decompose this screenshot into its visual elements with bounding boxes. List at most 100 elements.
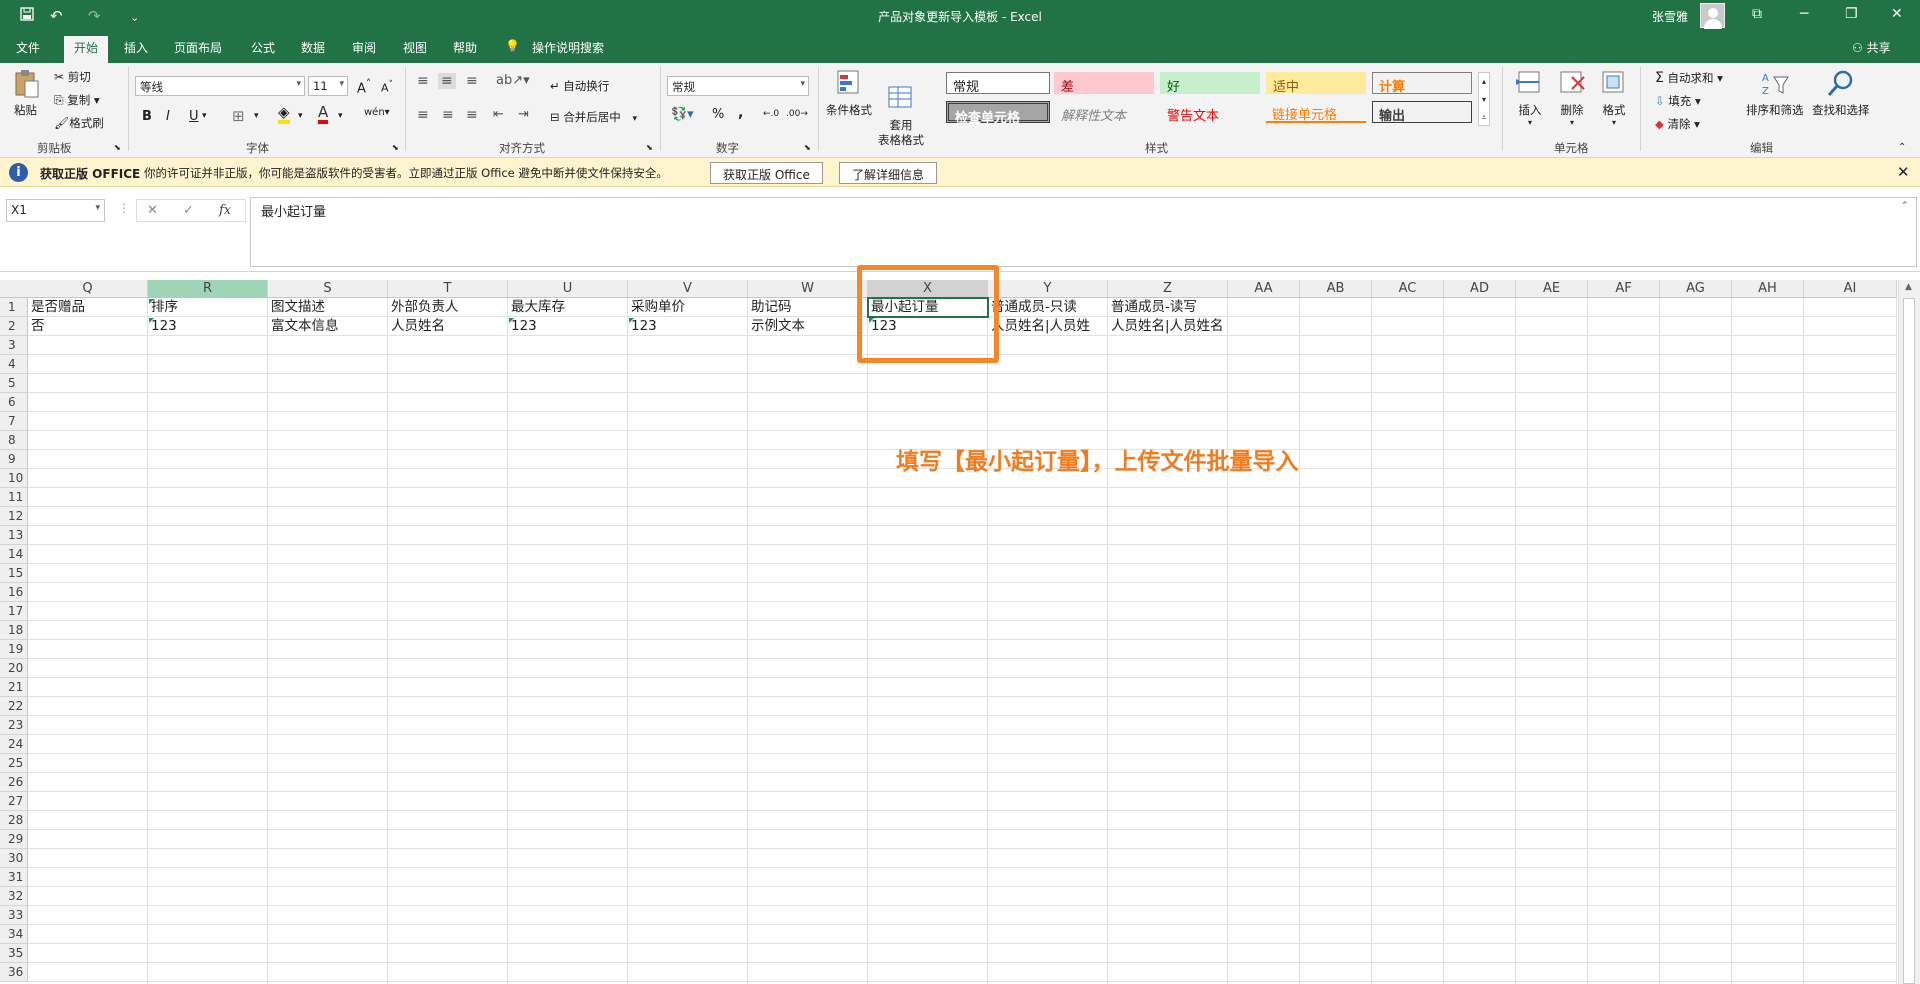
tab-home[interactable]: 开始	[64, 36, 109, 63]
column-header-t[interactable]: T	[388, 280, 508, 298]
user-name[interactable]: 张雪雅	[1652, 8, 1688, 25]
row-header-26[interactable]: 26	[0, 773, 28, 792]
row-header-4[interactable]: 4	[0, 355, 28, 374]
formula-input[interactable]: 最小起订量	[250, 197, 1917, 267]
cell-y2[interactable]: 人员姓名|人员姓	[988, 317, 1090, 336]
align-left-icon[interactable]: ≡	[417, 107, 429, 123]
font-size-select[interactable]: 11	[308, 76, 348, 96]
sort-filter-button[interactable]: AZ 排序和筛选	[1746, 69, 1804, 118]
row-header-2[interactable]: 2	[0, 317, 28, 336]
expand-formula-bar-icon[interactable]: ⌃	[1901, 201, 1909, 211]
cell-t1[interactable]: 外部负责人	[388, 298, 459, 317]
cell-w2[interactable]: 示例文本	[748, 317, 805, 336]
paste-button[interactable]: 粘贴	[14, 69, 40, 118]
tab-view[interactable]: 视图	[403, 39, 427, 56]
style-calculation[interactable]: 计算	[1372, 72, 1472, 95]
column-header-v[interactable]: V	[628, 280, 748, 298]
collapse-ribbon-icon[interactable]: ⌃	[1898, 142, 1906, 153]
row-header-24[interactable]: 24	[0, 735, 28, 754]
row-header-33[interactable]: 33	[0, 906, 28, 925]
percent-style-button[interactable]: %	[712, 107, 724, 122]
row-header-18[interactable]: 18	[0, 621, 28, 640]
number-format-select[interactable]: 常规	[667, 76, 809, 96]
row-header-36[interactable]: 36	[0, 963, 28, 982]
row-header-1[interactable]: 1	[0, 298, 28, 317]
alignment-launcher-icon[interactable]: ⬊	[646, 143, 653, 152]
align-center-icon[interactable]: ≡	[442, 107, 454, 123]
underline-button[interactable]: U	[189, 109, 199, 124]
font-name-select[interactable]: 等线	[135, 76, 305, 96]
share-button[interactable]: ⚇ 共享	[1852, 39, 1891, 56]
column-header-aa[interactable]: AA	[1228, 280, 1300, 298]
avatar[interactable]	[1700, 3, 1725, 29]
style-normal[interactable]: 常规	[946, 72, 1050, 95]
align-bottom-icon[interactable]: ≡	[466, 73, 478, 89]
row-header-31[interactable]: 31	[0, 868, 28, 887]
column-header-ab[interactable]: AB	[1300, 280, 1372, 298]
row-header-35[interactable]: 35	[0, 944, 28, 963]
name-box[interactable]: X1	[6, 199, 105, 222]
decrease-font-icon[interactable]: A˅	[381, 79, 393, 95]
tell-me-search[interactable]: 操作说明搜索	[532, 39, 604, 56]
format-painter-button[interactable]: 🖌格式刷	[54, 115, 104, 131]
style-neutral[interactable]: 适中	[1266, 72, 1366, 95]
style-good[interactable]: 好	[1160, 72, 1260, 95]
row-header-6[interactable]: 6	[0, 393, 28, 412]
vertical-scrollbar[interactable]: ▲	[1898, 280, 1920, 984]
underline-dropdown-icon[interactable]: ▾	[202, 111, 207, 121]
column-header-ae[interactable]: AE	[1516, 280, 1588, 298]
style-linked-cell[interactable]: 链接单元格	[1266, 101, 1366, 123]
worksheet-grid[interactable]: Q R S T U V W X Y Z AA AB AC AD AE AF AG AH AI 1 2 3 4 5 6 7 8 9 10…	[0, 265, 1920, 984]
cut-button[interactable]: ✂ 剪切	[54, 69, 91, 85]
row-header-17[interactable]: 17	[0, 602, 28, 621]
decrease-decimal-icon[interactable]: .00→	[786, 109, 808, 119]
row-header-3[interactable]: 3	[0, 336, 28, 355]
cell-q1[interactable]: 是否赠品	[28, 298, 85, 317]
row-header-19[interactable]: 19	[0, 640, 28, 659]
close-notice-icon[interactable]: ✕	[1897, 163, 1910, 181]
row-header-21[interactable]: 21	[0, 678, 28, 697]
cell-s2[interactable]: 富文本信息	[268, 317, 339, 336]
row-header-22[interactable]: 22	[0, 697, 28, 716]
row-header-32[interactable]: 32	[0, 887, 28, 906]
fill-color-dropdown-icon[interactable]: ▾	[298, 111, 303, 121]
comma-style-button[interactable]: ,	[738, 105, 743, 121]
find-select-button[interactable]: 查找和选择	[1812, 69, 1870, 118]
row-header-5[interactable]: 5	[0, 374, 28, 393]
tab-help[interactable]: 帮助	[453, 39, 477, 56]
row-header-30[interactable]: 30	[0, 849, 28, 868]
tab-file[interactable]: 文件	[16, 39, 40, 56]
copy-button[interactable]: ⎘ 复制 ▾	[54, 92, 100, 108]
style-bad[interactable]: 差	[1054, 72, 1154, 95]
cell-t2[interactable]: 人员姓名	[388, 317, 445, 336]
row-header-7[interactable]: 7	[0, 412, 28, 431]
insert-function-icon[interactable]: fx	[219, 203, 231, 218]
column-header-z[interactable]: Z	[1108, 280, 1228, 298]
cell-u1[interactable]: 最大库存	[508, 298, 565, 317]
style-warning[interactable]: 警告文本	[1160, 101, 1260, 124]
italic-button[interactable]: I	[166, 109, 170, 124]
row-header-25[interactable]: 25	[0, 754, 28, 773]
drag-handle-icon[interactable]: ⋮	[118, 201, 130, 215]
learn-more-button[interactable]: 了解详细信息	[839, 162, 938, 184]
cell-w1[interactable]: 助记码	[748, 298, 792, 317]
border-icon[interactable]: ⊞	[232, 107, 245, 125]
column-header-r[interactable]: R	[148, 280, 268, 298]
align-middle-icon[interactable]: ≡	[438, 73, 456, 89]
cell-y1[interactable]: 普通成员-只读	[988, 298, 1077, 317]
row-header-15[interactable]: 15	[0, 564, 28, 583]
wrap-text-button[interactable]: ↵ 自动换行	[550, 78, 609, 94]
column-header-ag[interactable]: AG	[1660, 280, 1732, 298]
cancel-icon[interactable]: ✕	[147, 203, 158, 218]
autosum-button[interactable]: Σ 自动求和 ▾	[1655, 70, 1723, 86]
close-icon[interactable]: ✕	[1891, 6, 1903, 22]
format-as-table-button[interactable]: 套用 表格格式	[878, 69, 924, 163]
style-output[interactable]: 输出	[1372, 101, 1472, 124]
orientation-icon[interactable]: ab↗▾	[496, 73, 530, 88]
cell-z1[interactable]: 普通成员-读写	[1108, 298, 1197, 317]
get-genuine-office-button[interactable]: 获取正版 Office	[710, 162, 823, 184]
font-color-icon[interactable]: A	[318, 105, 329, 124]
font-color-dropdown-icon[interactable]: ▾	[338, 111, 343, 121]
cell-q2[interactable]: 否	[28, 317, 45, 336]
scroll-up-icon[interactable]: ▲	[1905, 282, 1912, 292]
